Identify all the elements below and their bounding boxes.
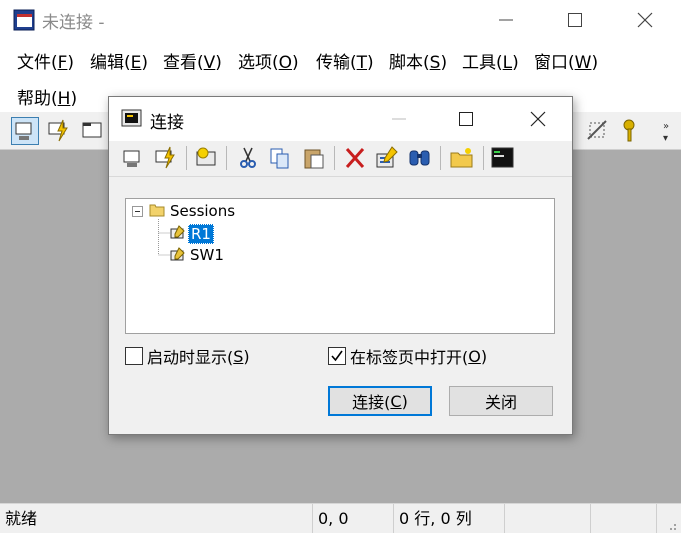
minimize-button[interactable] <box>471 0 541 40</box>
menu-script[interactable]: 脚本(S) <box>389 48 447 73</box>
close-button[interactable] <box>610 0 680 40</box>
menu-transfer[interactable]: 传输(T) <box>316 48 374 73</box>
main-titlebar: 未连接 - <box>0 0 681 40</box>
tree-item-r1[interactable]: R1 <box>188 224 214 244</box>
folder-icon <box>149 204 165 217</box>
more-icon[interactable]: » ▾ <box>661 117 677 145</box>
connect-dialog: 连接 Sessions R1 SW1 启动时显示(S) 在标签页中打开(O… <box>108 96 573 435</box>
checkbox-key: S <box>233 346 244 366</box>
status-cell-empty-2 <box>591 504 657 533</box>
menu-file[interactable]: 文件(F) <box>17 48 74 73</box>
toolbar-separator <box>334 146 335 170</box>
properties-icon[interactable] <box>374 145 400 171</box>
app-icon <box>13 9 35 31</box>
minimize-icon <box>499 19 513 21</box>
close-dialog-button[interactable]: 关闭 <box>449 386 553 416</box>
toolbar-separator <box>186 146 187 170</box>
status-bar: 就绪 0, 0 0 行, 0 列 <box>0 503 681 533</box>
session-tree[interactable]: Sessions R1 SW1 <box>125 198 555 334</box>
tree-item-sw1[interactable]: SW1 <box>190 246 224 264</box>
dialog-close-button[interactable] <box>505 97 571 141</box>
svg-text:▾: ▾ <box>663 133 668 144</box>
session-icon <box>170 225 185 239</box>
close-icon <box>530 111 546 127</box>
maximize-button[interactable] <box>540 0 610 40</box>
menu-tools[interactable]: 工具(L) <box>462 48 519 73</box>
menu-window[interactable]: 窗口(W) <box>534 48 598 73</box>
menu-view[interactable]: 查看(V) <box>163 48 222 73</box>
toolbar-separator <box>440 146 441 170</box>
toolbar-separator <box>483 146 484 170</box>
find-icon[interactable] <box>407 145 433 171</box>
dialog-toolbar <box>109 141 572 177</box>
resize-grip-icon[interactable] <box>664 518 678 532</box>
svg-text:»: » <box>663 121 669 132</box>
maximize-icon <box>459 112 473 126</box>
checkbox-box[interactable] <box>328 347 346 365</box>
quick-connect-icon[interactable] <box>153 145 179 171</box>
status-ready: 就绪 <box>0 504 313 533</box>
dialog-minimize-button <box>366 97 432 141</box>
checkbox-end: ) <box>243 346 250 366</box>
checkbox-end: ) <box>480 346 488 366</box>
menu-help[interactable]: 帮助(H) <box>17 84 77 109</box>
checkbox-label: 在标签页中打开( <box>350 348 469 367</box>
checkbox-label: 启动时显示( <box>147 348 234 367</box>
connect-in-tab-icon[interactable] <box>79 117 107 145</box>
paste-icon[interactable] <box>301 145 327 171</box>
session-icon <box>170 247 185 261</box>
dialog-title: 连接 <box>150 113 184 133</box>
checkbox-key: O <box>468 346 481 366</box>
connect-button[interactable]: 连接(C) <box>328 386 432 416</box>
status-rows-cols: 0 行, 0 列 <box>394 504 505 533</box>
quick-connect-icon[interactable] <box>45 117 73 145</box>
connect-icon[interactable] <box>121 145 147 171</box>
status-position: 0, 0 <box>313 504 394 533</box>
tree-root-sessions[interactable]: Sessions <box>170 202 235 220</box>
dialog-titlebar: 连接 <box>109 97 572 141</box>
cut-icon[interactable] <box>235 145 261 171</box>
checkbox-box[interactable] <box>125 347 143 365</box>
menu-options[interactable]: 选项(O) <box>238 48 299 73</box>
dialog-app-icon <box>121 109 142 127</box>
collapse-icon[interactable] <box>132 206 144 218</box>
show-on-startup-checkbox[interactable]: 启动时显示(S) <box>125 346 250 367</box>
connect-icon[interactable] <box>11 117 39 145</box>
menu-edit[interactable]: 编辑(E) <box>90 48 148 73</box>
connect-button-end: ) <box>401 391 408 411</box>
copy-icon[interactable] <box>267 145 293 171</box>
terminal-icon[interactable] <box>490 145 516 171</box>
connect-button-label: 连接( <box>352 393 391 412</box>
open-in-tab-checkbox[interactable]: 在标签页中打开(O) <box>328 346 488 367</box>
key-icon[interactable] <box>617 117 645 145</box>
checkmark-icon <box>331 350 343 362</box>
new-session-icon[interactable] <box>194 145 220 171</box>
maximize-icon <box>568 13 582 27</box>
connect-button-key: C <box>390 391 402 411</box>
close-icon <box>637 12 653 28</box>
toolbar-separator <box>226 146 227 170</box>
window-title: 未连接 - <box>42 13 105 33</box>
disconnect-icon[interactable] <box>584 117 612 145</box>
delete-icon[interactable] <box>343 145 369 171</box>
new-folder-icon[interactable] <box>449 145 475 171</box>
dialog-maximize-button[interactable] <box>433 97 499 141</box>
status-cell-empty-1 <box>505 504 591 533</box>
minimize-icon <box>392 118 406 120</box>
